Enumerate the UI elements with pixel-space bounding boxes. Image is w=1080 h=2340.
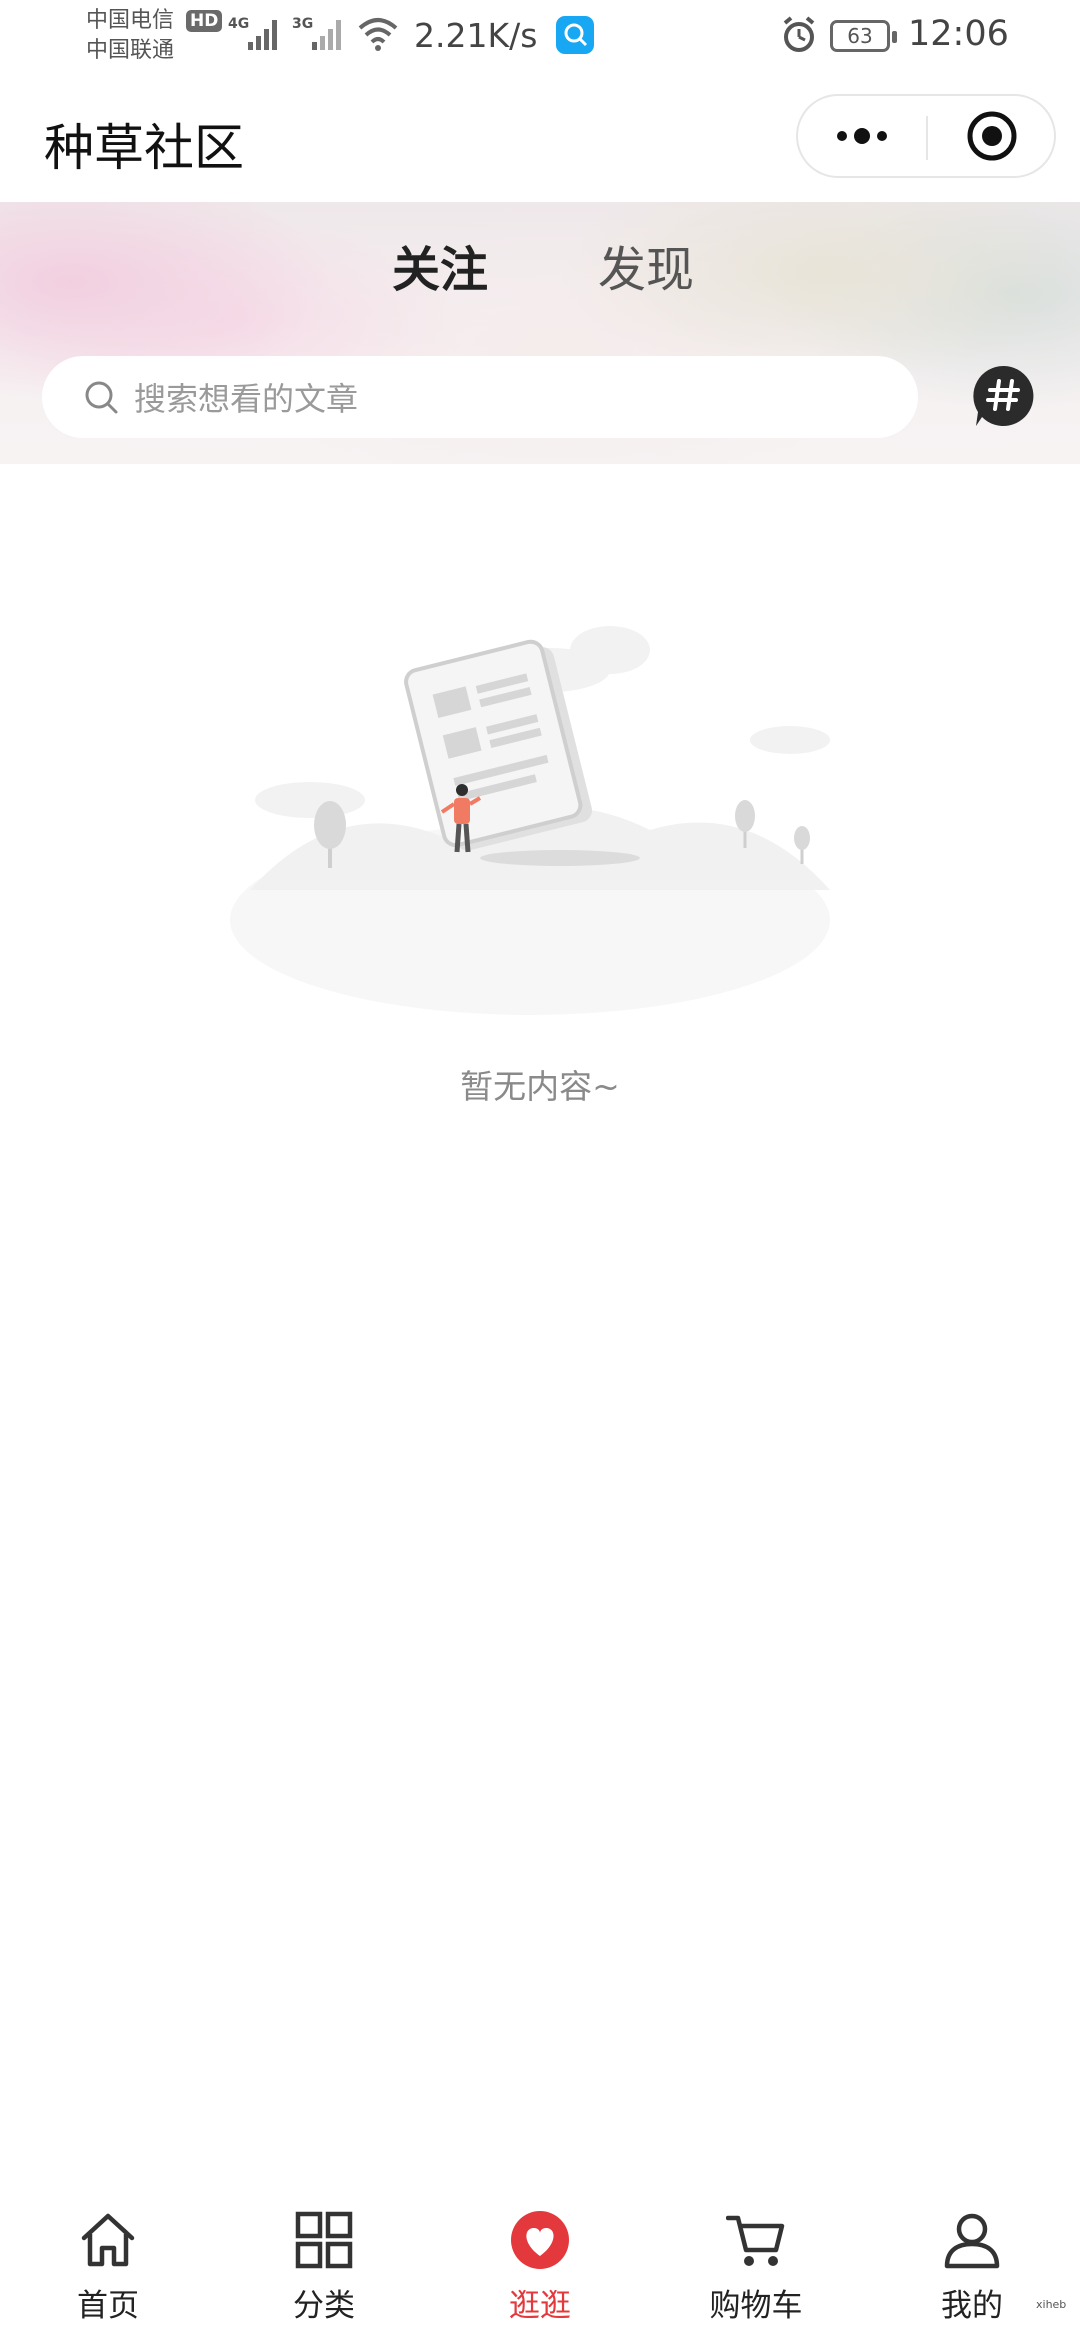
search-icon — [85, 381, 118, 414]
tab-search-header: 关注 发现 搜索想看的文章 — [0, 202, 1080, 464]
search-app-icon — [556, 16, 594, 54]
hd-badge: HD — [186, 10, 223, 32]
signal-4g-label: 4G — [228, 16, 249, 32]
bottom-tab-bar: 首页 分类 逛逛 购物车 我的 — [0, 2196, 1080, 2340]
tab-profile[interactable]: 我的 — [892, 2196, 1052, 2340]
carrier-2: 中国联通 — [86, 38, 175, 63]
tab-explore[interactable]: 逛逛 — [460, 2196, 620, 2340]
signal-3g-icon: 3G — [292, 16, 341, 50]
status-bar: 中国电信 中国联通 HD 4G 3G 2.21K/s 63 12:06 — [0, 0, 1080, 78]
signal-3g-label: 3G — [292, 16, 313, 32]
tab-cart-label: 购物车 — [709, 2288, 803, 2324]
search-input[interactable]: 搜索想看的文章 — [42, 356, 918, 438]
category-icon — [295, 2211, 353, 2269]
tab-explore-label: 逛逛 — [509, 2288, 571, 2324]
empty-state-text: 暂无内容~ — [460, 1067, 620, 1106]
home-icon — [81, 2213, 135, 2267]
tab-follow[interactable]: 关注 — [392, 230, 488, 300]
tab-profile-label: 我的 — [941, 2288, 1003, 2324]
alarm-icon — [783, 16, 815, 52]
tab-category[interactable]: 分类 — [244, 2196, 404, 2340]
more-dots-icon — [837, 128, 887, 144]
battery-indicator: 63 — [830, 20, 897, 52]
user-icon — [944, 2213, 1000, 2269]
heart-icon — [511, 2211, 569, 2269]
carrier-1: 中国电信 — [86, 8, 175, 33]
close-mini-program-button[interactable] — [928, 96, 1056, 176]
clock: 12:06 — [908, 14, 1009, 54]
cart-icon — [726, 2215, 785, 2266]
page-title: 种草社区 — [44, 119, 244, 177]
wifi-icon — [358, 18, 398, 51]
hashtag-icon — [973, 365, 1034, 426]
corner-watermark: xiheb — [1036, 2298, 1067, 2311]
tab-category-label: 分类 — [293, 2288, 355, 2324]
more-button[interactable] — [798, 96, 926, 176]
carrier-info: 中国电信 中国联通 — [86, 6, 174, 66]
empty-state-illustration — [230, 626, 830, 1015]
tab-home[interactable]: 首页 — [28, 2196, 188, 2340]
network-speed: 2.21K/s — [414, 16, 538, 55]
tab-cart[interactable]: 购物车 — [676, 2196, 836, 2340]
app-header: 种草社区 — [0, 78, 1080, 202]
tab-home-label: 首页 — [77, 2288, 139, 2324]
topic-button[interactable] — [972, 364, 1036, 428]
mini-program-capsule — [796, 94, 1056, 178]
tab-discover[interactable]: 发现 — [598, 230, 694, 300]
search-placeholder: 搜索想看的文章 — [134, 380, 359, 418]
signal-4g-icon: 4G — [228, 16, 277, 50]
target-icon — [967, 111, 1017, 161]
